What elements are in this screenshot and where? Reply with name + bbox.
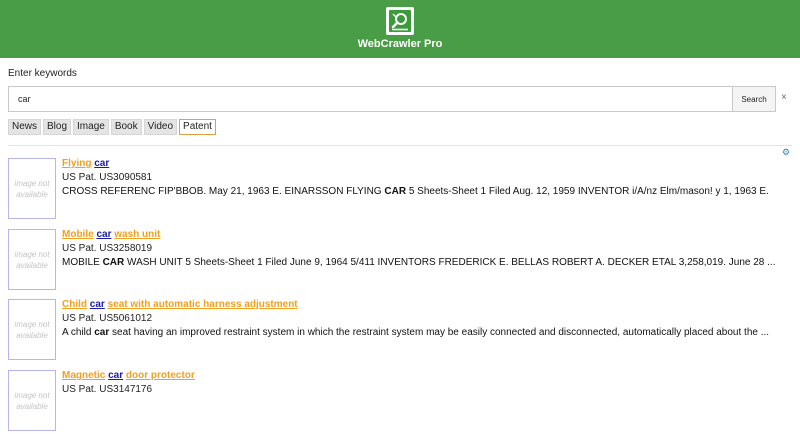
result-title-keyword: car <box>108 370 124 381</box>
result-thumbnail[interactable]: image not available <box>8 158 56 219</box>
tab-news[interactable]: News <box>8 119 42 135</box>
result-title-keyword: car <box>96 229 112 240</box>
result-title-text: Child <box>62 299 87 310</box>
result-item: image not available Mobile car wash unit U… <box>8 229 798 293</box>
result-snippet: A child car seat having an improved rest… <box>62 327 770 338</box>
clear-search-icon[interactable]: × <box>781 93 787 103</box>
result-patent-number: US Pat. US3258019 <box>62 243 153 254</box>
result-thumbnail[interactable]: image not available <box>8 370 56 431</box>
result-title-keyword: car <box>94 158 110 169</box>
result-item: image not available Magnetic car door pro… <box>8 370 798 434</box>
search-button[interactable]: Search <box>732 86 776 112</box>
snippet-keyword: CAR <box>384 186 407 197</box>
snippet-keyword: car <box>94 327 110 338</box>
result-title-link[interactable]: Flying car <box>62 158 109 169</box>
magnifier-pencil-icon <box>391 13 408 31</box>
result-patent-number: US Pat. US5061012 <box>62 313 153 324</box>
result-snippet: MOBILE CAR WASH UNIT 5 Sheets-Sheet 1 Fi… <box>62 257 776 268</box>
result-snippet: CROSS REFERENC FIP'BBOB. May 21, 1963 E.… <box>62 186 769 197</box>
tab-blog[interactable]: Blog <box>43 119 72 135</box>
result-item: image not available Flying car US Pat. US3… <box>8 158 798 222</box>
app-title: WebCrawler Pro <box>357 38 443 50</box>
snippet-keyword: CAR <box>102 257 125 268</box>
result-title-text: Magnetic <box>62 370 106 381</box>
result-title-link[interactable]: Magnetic car door protector <box>62 370 195 381</box>
divider <box>8 145 792 146</box>
result-title-text: Flying <box>62 158 92 169</box>
result-patent-number: US Pat. US3147176 <box>62 384 153 395</box>
tab-patent[interactable]: Patent <box>179 119 216 135</box>
result-thumbnail[interactable]: image not available <box>8 229 56 290</box>
gear-icon[interactable]: ⚙ <box>782 148 790 157</box>
result-title-text: wash unit <box>114 229 161 240</box>
tab-video[interactable]: Video <box>143 119 178 135</box>
result-title-keyword: car <box>89 299 105 310</box>
result-title-text: seat with automatic harness adjustment <box>107 299 298 310</box>
search-type-tabs: News Blog Image Book Video Patent <box>8 119 218 135</box>
result-patent-number: US Pat. US3090581 <box>62 172 153 183</box>
result-title-text: Mobile <box>62 229 94 240</box>
tab-image[interactable]: Image <box>73 119 109 135</box>
result-title-link[interactable]: Mobile car wash unit <box>62 229 160 240</box>
result-thumbnail[interactable]: image not available <box>8 299 56 360</box>
result-title-link[interactable]: Child car seat with automatic harness ad… <box>62 299 298 310</box>
app-logo[interactable] <box>386 7 414 35</box>
search-input[interactable] <box>8 86 732 112</box>
keywords-label: Enter keywords <box>8 68 77 79</box>
result-item: image not available Child car seat with a… <box>8 299 798 363</box>
app-header: WebCrawler Pro <box>0 0 800 58</box>
tab-book[interactable]: Book <box>110 119 142 135</box>
result-title-text: door protector <box>125 370 195 381</box>
